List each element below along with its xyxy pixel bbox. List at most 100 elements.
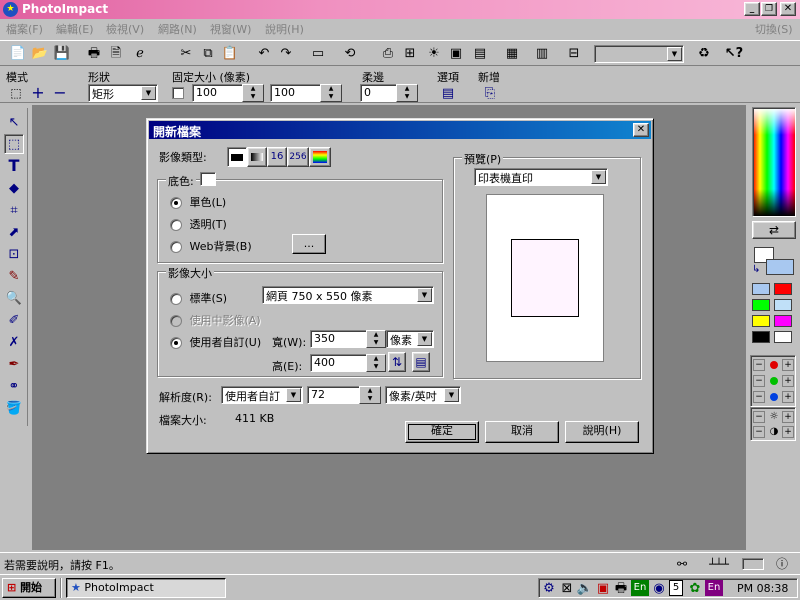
close-button[interactable]: ✕ — [780, 2, 796, 16]
selection-tool-icon[interactable]: ⬚ — [4, 134, 24, 154]
brightness-plus[interactable]: + — [782, 411, 794, 423]
cancel-button[interactable]: 取消 — [485, 421, 559, 443]
image-type-bw-button[interactable] — [227, 147, 247, 167]
swatch-green[interactable] — [752, 299, 770, 311]
brightness-minus[interactable]: − — [753, 411, 765, 423]
pick-tool-icon[interactable]: ↖ — [4, 112, 24, 132]
mode-add-icon[interactable]: + — [28, 83, 48, 103]
bg-option-solid[interactable]: 單色(L) — [170, 194, 226, 210]
print-preview-icon[interactable]: 🗎 — [106, 43, 126, 63]
resolution-spinner[interactable]: ▲ ▼ — [359, 386, 381, 404]
sharpen-icon[interactable]: ⊞ — [400, 43, 420, 63]
layout-icon[interactable]: ▦ — [502, 43, 522, 63]
swatch-light-blue[interactable] — [752, 283, 770, 295]
menu-help[interactable]: 說明(H) — [265, 21, 304, 37]
rotate-icon[interactable]: ⟲ — [340, 43, 360, 63]
standard-size-dropdown[interactable]: 網頁 750 x 550 像素 ▼ — [262, 286, 434, 304]
swap-dimensions-button[interactable]: ⇅ — [388, 352, 406, 372]
tray-display-icon[interactable]: ⊠ — [559, 580, 575, 596]
mode-select-icon[interactable]: ⬚ — [6, 83, 26, 103]
swatch-white[interactable] — [774, 331, 792, 343]
tray-en-icon[interactable]: En — [631, 580, 649, 596]
image-type-truecolor-button[interactable] — [309, 147, 331, 167]
copy-icon[interactable]: ⧉ — [198, 43, 218, 63]
custom-radio[interactable] — [170, 337, 182, 349]
menu-file[interactable]: 檔案(F) — [6, 21, 43, 37]
redo-icon[interactable]: ↷ — [276, 43, 296, 63]
swap-colors-button[interactable]: ⇄ — [752, 221, 796, 239]
dialog-close-button[interactable]: ✕ — [633, 123, 649, 137]
fixed-width-spinner[interactable]: ▲ ▼ — [242, 84, 264, 102]
clone-tool-icon[interactable]: ✒ — [4, 354, 24, 374]
tray-printer-icon[interactable]: 🖶 — [613, 580, 629, 596]
tray-clock[interactable]: PM 08:38 — [737, 582, 788, 595]
green-adjust-plus[interactable]: + — [782, 375, 794, 387]
tray-flower-icon[interactable]: ✿ — [687, 580, 703, 596]
solid-radio[interactable] — [170, 197, 182, 209]
menu-window[interactable]: 視窗(W) — [210, 21, 251, 37]
camera-icon[interactable]: ▣ — [446, 43, 466, 63]
blue-adjust-plus[interactable]: + — [782, 391, 794, 403]
print-icon[interactable]: 🖶 — [84, 43, 104, 63]
help-pointer-icon[interactable]: ↖? — [724, 43, 744, 63]
brightness-icon[interactable]: ☀ — [424, 43, 444, 63]
red-adjust-minus[interactable]: − — [753, 359, 765, 371]
zoom-dropdown[interactable]: ▼ — [594, 45, 684, 63]
menu-edit[interactable]: 編輯(E) — [56, 21, 94, 37]
resize-tool-icon[interactable]: ⊡ — [4, 244, 24, 264]
visual-icon[interactable]: ♻ — [694, 43, 714, 63]
bg-option-web[interactable]: Web背景(B) — [170, 238, 252, 254]
green-adjust-minus[interactable]: − — [753, 375, 765, 387]
eyedropper-icon[interactable]: ✎ — [4, 266, 24, 286]
tray-eye-icon[interactable]: ◉ — [651, 580, 667, 596]
image-type-256-button[interactable]: 256 — [287, 147, 309, 167]
paint-tool-icon[interactable]: ✐ — [4, 310, 24, 330]
swap-arrow-icon[interactable]: ↳ — [752, 265, 760, 275]
height-spinner[interactable]: ▲ ▼ — [366, 354, 386, 372]
help-button[interactable]: 說明(H) — [565, 421, 639, 443]
image-type-16-button[interactable]: 16 — [267, 147, 287, 167]
ok-button[interactable]: 確定 — [405, 421, 479, 443]
swatch-black[interactable] — [752, 331, 770, 343]
preview-dropdown[interactable]: 印表機直印 ▼ — [474, 168, 608, 186]
size-option-standard[interactable]: 標準(S) — [170, 290, 227, 306]
tray-network-icon[interactable]: ⚙ — [541, 580, 557, 596]
color-spectrum[interactable] — [752, 107, 796, 217]
restore-button[interactable]: ❐ — [761, 2, 777, 16]
new-file-icon[interactable]: 📄 — [8, 43, 28, 63]
zoom-tool-icon[interactable]: 🔍 — [4, 288, 24, 308]
minimize-button[interactable]: _ — [744, 2, 760, 16]
browser-icon[interactable]: ℯ — [130, 43, 150, 63]
tray-en2-icon[interactable]: En — [705, 580, 723, 596]
switch-menu[interactable]: 切換(S) — [755, 21, 793, 37]
stamp-icon[interactable]: ⎙ — [378, 43, 398, 63]
options-icon[interactable]: ▤ — [438, 83, 458, 103]
tray-monitor-icon[interactable]: ▣ — [595, 580, 611, 596]
network-icon[interactable]: ⊟ — [564, 43, 584, 63]
tray-number-icon[interactable]: 5 — [669, 580, 683, 596]
save-icon[interactable]: 💾 — [52, 43, 72, 63]
transparent-radio[interactable] — [170, 219, 182, 231]
feather-spinner[interactable]: ▲ ▼ — [396, 84, 418, 102]
scan-icon[interactable]: ▭ — [308, 43, 328, 63]
web-radio[interactable] — [170, 241, 182, 253]
swatch-red[interactable] — [774, 283, 792, 295]
swatch-yellow[interactable] — [752, 315, 770, 327]
red-adjust-plus[interactable]: + — [782, 359, 794, 371]
book-icon[interactable]: ▥ — [532, 43, 552, 63]
contrast-minus[interactable]: − — [753, 426, 765, 438]
bg-option-transparent[interactable]: 透明(T) — [170, 216, 227, 232]
standard-radio[interactable] — [170, 293, 182, 305]
transform-tool-icon[interactable]: ⬈ — [4, 222, 24, 242]
resolution-unit-dropdown[interactable]: 像素/英吋 ▼ — [385, 386, 461, 404]
retouch-tool-icon[interactable]: ✗ — [4, 332, 24, 352]
fill-tool-icon[interactable]: 🪣 — [4, 398, 24, 418]
open-folder-icon[interactable]: 📂 — [30, 43, 50, 63]
blue-adjust-minus[interactable]: − — [753, 391, 765, 403]
browse-button[interactable]: ... — [292, 234, 326, 254]
contrast-plus[interactable]: + — [782, 426, 794, 438]
background-color-swatch[interactable] — [200, 172, 216, 186]
image-type-gray-button[interactable] — [247, 147, 267, 167]
unit-dropdown[interactable]: 像素 ▼ — [386, 330, 434, 348]
paste-icon[interactable]: 📋 — [220, 43, 240, 63]
